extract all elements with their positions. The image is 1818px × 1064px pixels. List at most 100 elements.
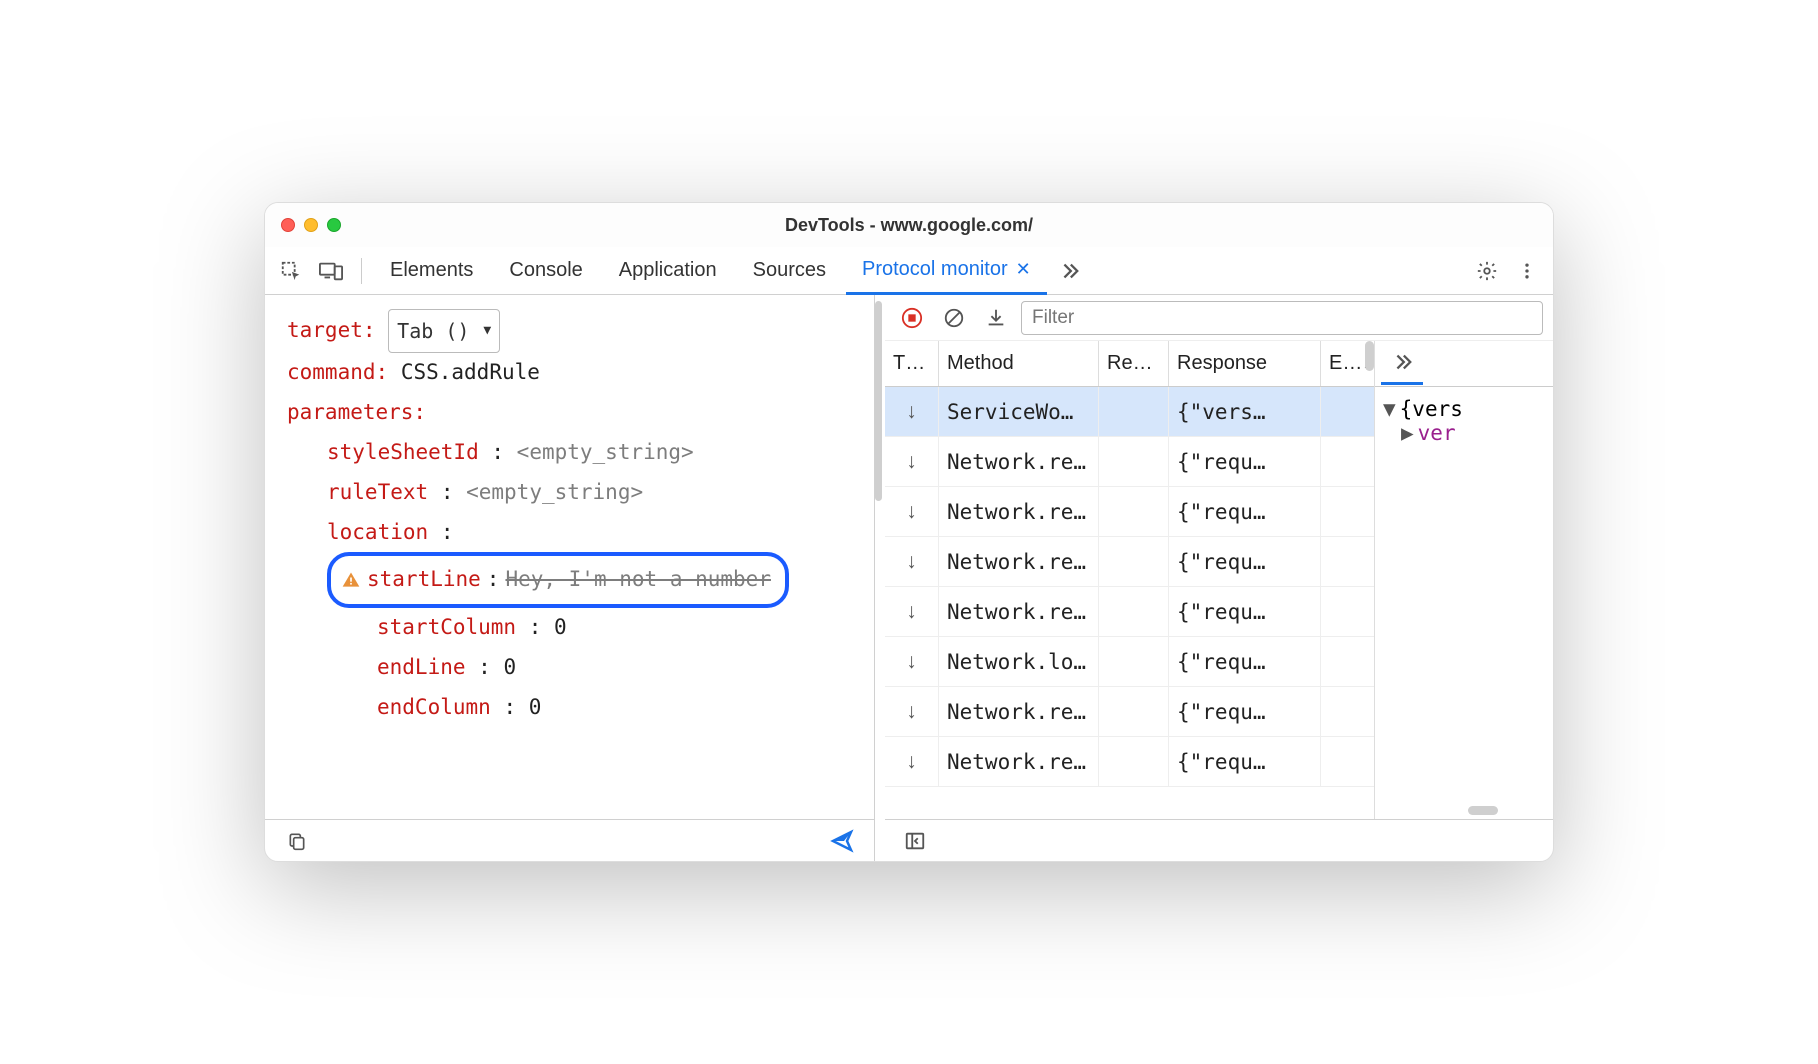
window-title: DevTools - www.google.com/ bbox=[265, 215, 1553, 236]
zoom-window-button[interactable] bbox=[327, 218, 341, 232]
stylesheetid-value: <empty_string> bbox=[517, 440, 694, 464]
cell-request bbox=[1099, 387, 1169, 436]
cell-method: Network.re… bbox=[939, 587, 1099, 636]
tab-protocol-monitor[interactable]: Protocol monitor ✕ bbox=[846, 247, 1047, 295]
cell-response: {"requ… bbox=[1169, 737, 1321, 786]
editor-footer bbox=[265, 819, 874, 861]
cell-response: {"vers… bbox=[1169, 387, 1321, 436]
startcolumn-key: startColumn bbox=[377, 615, 516, 639]
cell-method: Network.re… bbox=[939, 737, 1099, 786]
cell-method: Network.lo… bbox=[939, 637, 1099, 686]
disclosure-triangle-icon[interactable]: ▶ bbox=[1401, 421, 1414, 445]
pane-splitter[interactable] bbox=[875, 295, 885, 861]
detail-root: {vers bbox=[1400, 397, 1463, 421]
cell-response: {"requ… bbox=[1169, 687, 1321, 736]
col-response[interactable]: Response bbox=[1169, 341, 1321, 386]
command-editor-pane: target: Tab () ▼ command: CSS.addRule pa… bbox=[265, 295, 875, 861]
horizontal-scrollbar[interactable] bbox=[1468, 806, 1498, 815]
devtools-window: DevTools - www.google.com/ Elements Cons… bbox=[264, 202, 1554, 862]
cell-type: ↓ bbox=[885, 387, 939, 436]
col-request[interactable]: Re… bbox=[1099, 341, 1169, 386]
kebab-menu-icon[interactable] bbox=[1509, 253, 1545, 289]
vertical-scrollbar[interactable] bbox=[1365, 341, 1374, 371]
download-button[interactable] bbox=[979, 301, 1013, 335]
log-row[interactable]: ↓Network.re… {"requ… bbox=[885, 737, 1374, 787]
grid-header: T… Method Re… Response E…▲ bbox=[885, 341, 1374, 387]
cell-method: Network.re… bbox=[939, 437, 1099, 486]
cell-elapsed bbox=[1321, 437, 1374, 486]
command-value: CSS.addRule bbox=[401, 360, 540, 384]
log-row[interactable]: ↓Network.re…{"requ… bbox=[885, 537, 1374, 587]
log-row[interactable]: ↓Network.re… {"requ… bbox=[885, 687, 1374, 737]
cell-type: ↓ bbox=[885, 637, 939, 686]
divider bbox=[361, 258, 362, 284]
detail-sidebar: ▼{vers ▶ver bbox=[1375, 341, 1553, 819]
target-select[interactable]: Tab () ▼ bbox=[388, 309, 500, 353]
detail-prop: ver bbox=[1418, 421, 1456, 445]
inspect-element-icon[interactable] bbox=[273, 253, 309, 289]
cell-request bbox=[1099, 637, 1169, 686]
settings-gear-icon[interactable] bbox=[1469, 253, 1505, 289]
ruletext-key: ruleText bbox=[327, 480, 428, 504]
log-toolbar bbox=[885, 295, 1553, 341]
log-row[interactable]: ↓Network.re…{"requ… bbox=[885, 487, 1374, 537]
cell-method: Network.re… bbox=[939, 537, 1099, 586]
titlebar: DevTools - www.google.com/ bbox=[265, 203, 1553, 247]
log-grid: T… Method Re… Response E…▲ ↓ServiceWo…{"… bbox=[885, 341, 1375, 819]
disclosure-triangle-icon[interactable]: ▼ bbox=[1383, 397, 1396, 421]
log-row[interactable]: ↓ServiceWo… {"vers… bbox=[885, 387, 1374, 437]
location-key: location bbox=[327, 520, 428, 544]
cell-method: Network.re… bbox=[939, 687, 1099, 736]
cell-request bbox=[1099, 487, 1169, 536]
endline-value: 0 bbox=[503, 655, 516, 679]
log-row[interactable]: ↓Network.lo… {"requ… bbox=[885, 637, 1374, 687]
cell-request bbox=[1099, 537, 1169, 586]
close-tab-icon[interactable]: ✕ bbox=[1016, 259, 1031, 280]
parameters-key: parameters: bbox=[287, 400, 426, 424]
send-command-button[interactable] bbox=[824, 823, 860, 859]
cell-elapsed bbox=[1321, 387, 1374, 436]
cell-elapsed bbox=[1321, 537, 1374, 586]
command-editor[interactable]: target: Tab () ▼ command: CSS.addRule pa… bbox=[265, 295, 874, 819]
log-row[interactable]: ↓Network.re…{"requ… bbox=[885, 587, 1374, 637]
tab-sources[interactable]: Sources bbox=[737, 247, 842, 295]
cell-response: {"requ… bbox=[1169, 637, 1321, 686]
clear-button[interactable] bbox=[937, 301, 971, 335]
startline-error-highlight: startLine : Hey, I'm not a number bbox=[327, 552, 789, 608]
device-toolbar-icon[interactable] bbox=[313, 253, 349, 289]
more-detail-tabs-icon[interactable] bbox=[1381, 343, 1423, 385]
record-button[interactable] bbox=[895, 301, 929, 335]
cell-type: ↓ bbox=[885, 737, 939, 786]
cell-elapsed bbox=[1321, 587, 1374, 636]
tab-application[interactable]: Application bbox=[603, 247, 733, 295]
col-type[interactable]: T… bbox=[885, 341, 939, 386]
filter-input[interactable] bbox=[1021, 301, 1543, 335]
col-method[interactable]: Method bbox=[939, 341, 1099, 386]
tab-elements[interactable]: Elements bbox=[374, 247, 489, 295]
toggle-sidebar-icon[interactable] bbox=[897, 823, 933, 859]
cell-request bbox=[1099, 437, 1169, 486]
detail-body[interactable]: ▼{vers ▶ver bbox=[1375, 387, 1553, 819]
cell-elapsed bbox=[1321, 487, 1374, 536]
target-select-value: Tab () bbox=[397, 312, 469, 350]
log-row[interactable]: ↓Network.re…{"requ… bbox=[885, 437, 1374, 487]
cell-method: ServiceWo… bbox=[939, 387, 1099, 436]
cell-type: ↓ bbox=[885, 687, 939, 736]
chevron-down-icon: ▼ bbox=[483, 319, 491, 344]
copy-icon[interactable] bbox=[279, 823, 315, 859]
cell-response: {"requ… bbox=[1169, 537, 1321, 586]
endcolumn-value: 0 bbox=[529, 695, 542, 719]
command-key: command: bbox=[287, 360, 388, 384]
cell-elapsed bbox=[1321, 637, 1374, 686]
cell-method: Network.re… bbox=[939, 487, 1099, 536]
warning-icon bbox=[341, 570, 361, 590]
minimize-window-button[interactable] bbox=[304, 218, 318, 232]
tab-console[interactable]: Console bbox=[493, 247, 598, 295]
ruletext-value: <empty_string> bbox=[466, 480, 643, 504]
more-tabs-icon[interactable] bbox=[1051, 253, 1087, 289]
tab-protocol-label: Protocol monitor bbox=[862, 258, 1008, 281]
window-controls bbox=[281, 218, 341, 232]
close-window-button[interactable] bbox=[281, 218, 295, 232]
cell-type: ↓ bbox=[885, 487, 939, 536]
cell-request bbox=[1099, 587, 1169, 636]
